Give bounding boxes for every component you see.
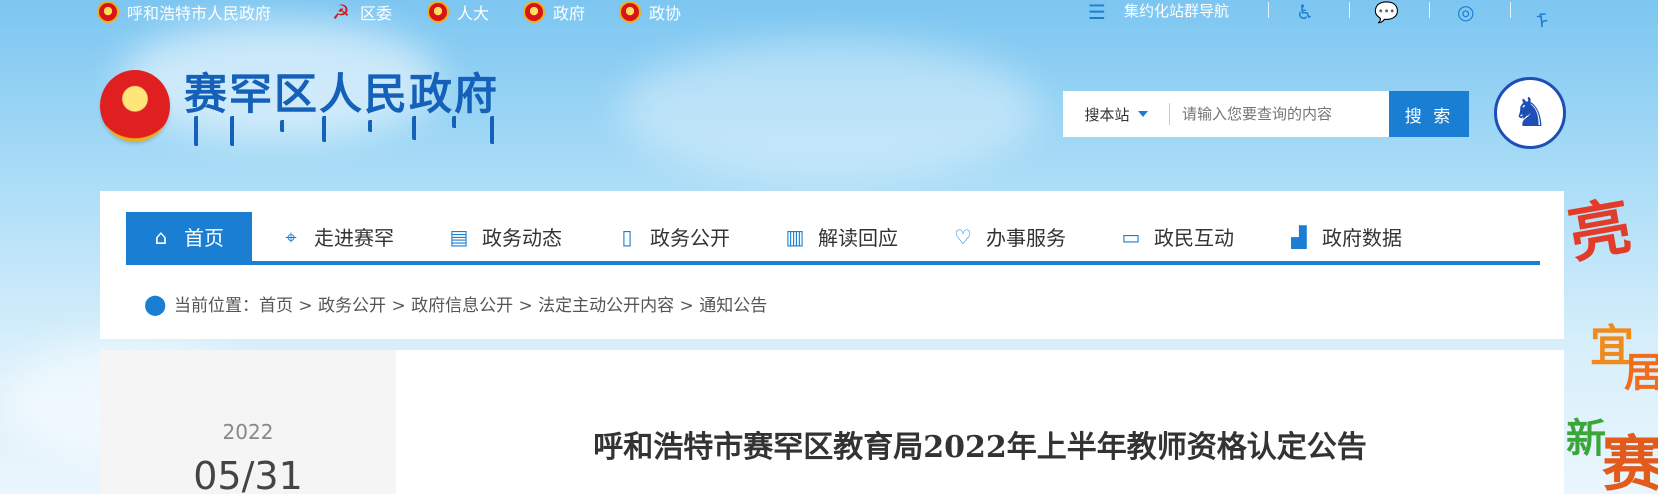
nav-item-services[interactable]: ♡ 办事服务	[950, 212, 1066, 261]
top-utility-bar: 呼和浩特市人民政府 ☭ 区委 人大 政府 政协 ☰ 集约化站群导航 ♿ 💬 ◎ …	[0, 0, 1658, 34]
top-link-government[interactable]: 政府	[523, 0, 585, 24]
menu-list-icon: ☰	[1088, 0, 1106, 24]
national-emblem-logo[interactable]	[100, 70, 170, 142]
breadcrumb-path[interactable]: 首页 > 政务公开 > 政府信息公开 > 法定主动公开内容 > 通知公告	[259, 296, 767, 316]
top-link-cppcc[interactable]: 政协	[619, 0, 681, 24]
nav-item-gov-data[interactable]: ▟ 政府数据	[1286, 212, 1402, 261]
national-emblem-icon	[523, 1, 545, 23]
nav-item-about-saihan[interactable]: ⌖ 走进赛罕	[278, 212, 394, 261]
saihan-horse-logo: ♞	[1494, 77, 1566, 149]
chat-icon: ▭	[1121, 224, 1141, 249]
map-pin-icon: ⌖	[285, 224, 297, 249]
weibo-icon[interactable]: ◎	[1457, 0, 1474, 24]
article-month-day: 05/31	[193, 454, 303, 494]
divider	[1429, 2, 1430, 18]
book-icon: ▥	[785, 224, 805, 249]
mongolian-script-title	[190, 116, 510, 150]
site-title[interactable]: 赛罕区人民政府	[184, 60, 499, 122]
slogan-char: 新	[1566, 415, 1606, 462]
party-emblem-icon: ☭	[332, 0, 350, 24]
nav-item-interaction[interactable]: ▭ 政民互动	[1118, 212, 1234, 261]
article-content: 2022 05/31 呼和浩特市赛罕区教育局2022年上半年教师资格认定公告	[100, 350, 1564, 494]
top-link-district-committee[interactable]: ☭ 区委	[330, 0, 392, 24]
divider	[1268, 2, 1269, 18]
nav-item-gov-disclosure[interactable]: ▯ 政务公开	[614, 212, 730, 261]
nav-item-gov-news[interactable]: ▤ 政务动态	[446, 212, 562, 261]
service-icon: ♡	[954, 224, 972, 249]
home-icon: ⌂	[154, 224, 168, 249]
search-scope-select[interactable]: 搜本站	[1063, 103, 1170, 125]
main-nav: ⌂ 首页 ⌖ 走进赛罕 ▤ 政务动态 ▯ 政务公开 ▥ 解读回应 ♡ 办事服务 …	[126, 212, 1540, 265]
chevron-down-icon	[1137, 111, 1148, 117]
mongolian-language-icon[interactable]: ᠮ	[1536, 0, 1548, 35]
top-link-peoples-congress[interactable]: 人大	[427, 0, 489, 24]
search-button[interactable]: 搜 索	[1389, 91, 1469, 137]
national-emblem-icon	[97, 1, 119, 23]
accessibility-icon[interactable]: ♿	[1296, 0, 1314, 24]
nav-item-interpretation[interactable]: ▥ 解读回应	[782, 212, 898, 261]
nav-item-home[interactable]: ⌂ 首页	[126, 212, 252, 261]
article-year: 2022	[222, 420, 274, 444]
national-emblem-icon	[427, 1, 449, 23]
document-icon: ▯	[621, 224, 633, 249]
site-group-nav-link[interactable]: 集约化站群导航	[1124, 0, 1229, 21]
news-icon: ▤	[449, 224, 469, 249]
slogan-char: 亮	[1566, 189, 1637, 272]
horse-icon: ♞	[1512, 90, 1548, 136]
decorative-slogan: 亮 宜 居 新 赛	[1566, 180, 1658, 494]
breadcrumb-prefix: 当前位置：	[174, 296, 259, 316]
top-link-hohhot-gov[interactable]: 呼和浩特市人民政府	[97, 0, 271, 24]
wechat-icon[interactable]: 💬	[1374, 0, 1399, 24]
article-date: 2022 05/31	[100, 350, 396, 494]
chart-icon: ▟	[1291, 224, 1307, 249]
divider	[1510, 2, 1511, 18]
location-pin-icon: ⬤	[144, 291, 167, 316]
divider	[1349, 2, 1350, 18]
background-cloud	[620, 40, 1040, 180]
slogan-char: 赛	[1602, 430, 1658, 494]
breadcrumb: ⬤ 当前位置：首页 > 政务公开 > 政府信息公开 > 法定主动公开内容 > 通…	[144, 291, 767, 317]
slogan-char: 居	[1624, 349, 1658, 396]
cppcc-emblem-icon	[619, 1, 641, 23]
navigation-panel: ⌂ 首页 ⌖ 走进赛罕 ▤ 政务动态 ▯ 政务公开 ▥ 解读回应 ♡ 办事服务 …	[100, 191, 1564, 339]
article-title: 呼和浩特市赛罕区教育局2022年上半年教师资格认定公告	[593, 430, 1367, 465]
